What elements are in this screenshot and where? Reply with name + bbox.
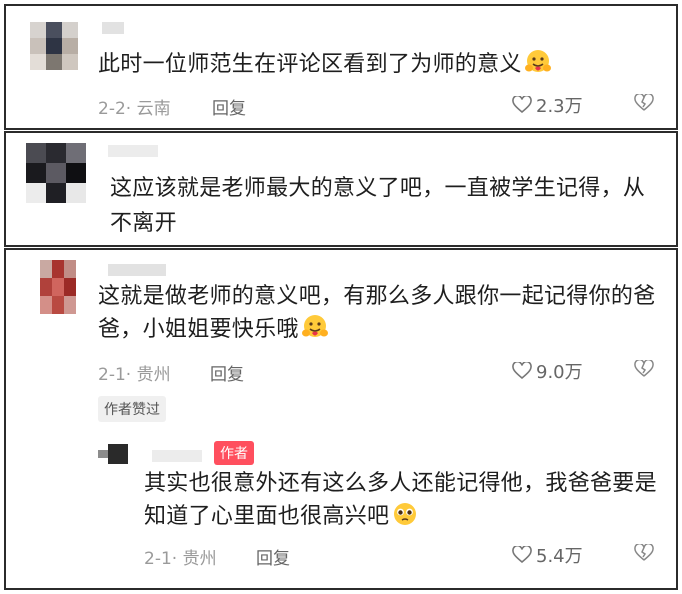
heart-icon <box>512 96 532 114</box>
like-button[interactable]: 9.0万 <box>512 358 583 384</box>
dislike-button[interactable] <box>634 92 654 116</box>
reply-date-location: 2-1· 贵州 <box>144 549 217 569</box>
like-count: 5.4万 <box>536 546 583 567</box>
hug-face-emoji <box>524 49 552 85</box>
broken-heart-icon <box>634 542 654 561</box>
username-blurred[interactable] <box>108 264 166 276</box>
avatar[interactable] <box>30 22 78 70</box>
avatar[interactable] <box>40 260 76 314</box>
reply-avatar[interactable] <box>98 444 128 464</box>
broken-heart-icon <box>634 92 654 111</box>
like-count: 9.0万 <box>536 362 583 383</box>
dislike-button[interactable] <box>634 358 654 382</box>
comment-text: 此时一位师范生在评论区看到了为师的意义 <box>98 48 658 85</box>
reply-button[interactable]: 回复 <box>212 94 246 119</box>
like-button[interactable]: 2.3万 <box>512 92 583 118</box>
like-button[interactable]: 5.4万 <box>512 542 583 568</box>
comment-card-2: 这应该就是老师最大的意义了吧，一直被学生记得，从不离开 <box>4 131 678 247</box>
pleading-face-emoji <box>391 501 419 537</box>
comment-date-location: 2-2· 云南 <box>98 99 171 119</box>
comment-text: 这应该就是老师最大的意义了吧，一直被学生记得，从不离开 <box>110 176 646 236</box>
reply-username-blurred[interactable] <box>152 450 202 462</box>
author-liked-badge: 作者赞过 <box>98 396 166 422</box>
username-blurred[interactable] <box>108 145 158 157</box>
hug-face-emoji <box>301 314 329 350</box>
comment-text: 这就是做老师的意义吧，有那么多人跟你一起记得你的爸爸，小姐姐要快乐哦 <box>98 280 658 350</box>
reply-button[interactable]: 回复 <box>210 360 244 385</box>
comment-date-location: 2-1· 贵州 <box>98 365 171 385</box>
avatar[interactable] <box>26 143 86 203</box>
heart-icon <box>512 546 532 564</box>
author-badge: 作者 <box>214 441 254 465</box>
comment-card-1: 此时一位师范生在评论区看到了为师的意义 2-2· 云南 回复 2.3万 <box>4 4 678 130</box>
heart-icon <box>512 362 532 380</box>
broken-heart-icon <box>634 358 654 377</box>
reply-text: 其实也很意外还有这么多人还能记得他，我爸爸要是知道了心里面也很高兴吧 <box>144 467 660 537</box>
dislike-button[interactable] <box>634 542 654 566</box>
comment-card-3: 这就是做老师的意义吧，有那么多人跟你一起记得你的爸爸，小姐姐要快乐哦 2-1· … <box>4 248 678 590</box>
username-blurred[interactable] <box>102 22 124 34</box>
like-count: 2.3万 <box>536 96 583 117</box>
reply-button[interactable]: 回复 <box>256 544 290 569</box>
